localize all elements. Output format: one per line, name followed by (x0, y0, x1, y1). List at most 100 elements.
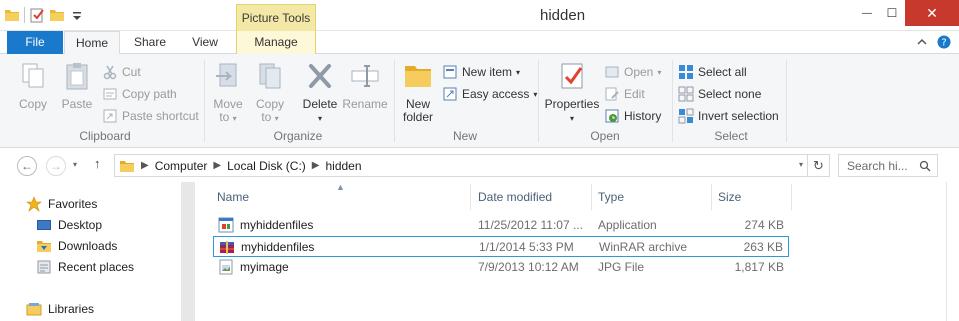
forward-button[interactable]: → (46, 156, 66, 176)
new-folder-icon[interactable] (49, 7, 65, 23)
ribbon-tabs: File Home Share View Manage ? (0, 31, 959, 55)
cut-button[interactable]: Cut (102, 62, 141, 82)
nav-favorites[interactable]: Favorites (26, 195, 97, 213)
organize-group: Move to ▾ Copy to ▾ Delete ▾ Rename Orga… (206, 58, 390, 146)
application-icon (218, 217, 234, 233)
column-divider[interactable] (591, 184, 592, 210)
forward-arrow-icon: → (50, 159, 62, 173)
group-divider (204, 60, 205, 142)
search-icon[interactable] (919, 160, 931, 172)
new-folder-icon (405, 66, 431, 87)
image-file-icon (219, 259, 233, 275)
breadcrumb-local-disk[interactable]: Local Disk (C:) (227, 159, 306, 173)
customize-toolbar-icon[interactable] (69, 7, 85, 23)
dropdown-arrow-icon: ▾ (274, 114, 279, 123)
breadcrumb-separator-icon: ▶ (213, 160, 222, 171)
svg-text:?: ? (941, 38, 946, 49)
window-title: hidden (540, 7, 586, 24)
breadcrumb-separator-icon: ▶ (311, 160, 320, 171)
tab-view[interactable]: View (182, 31, 228, 54)
new-group: New folder New item ▾ Easy access ▾ New (396, 58, 537, 146)
copy-path-label: Copy path (122, 87, 177, 101)
paste-button[interactable]: Paste (58, 60, 96, 111)
cut-label: Cut (122, 65, 141, 79)
minimize-ribbon-icon[interactable] (917, 37, 927, 47)
minimize-button[interactable]: — (855, 0, 879, 26)
maximize-button[interactable]: ☐ (880, 0, 904, 26)
select-group: Select all Select none Invert selection … (676, 58, 786, 146)
tab-file[interactable]: File (7, 31, 63, 54)
paste-label: Paste (61, 97, 93, 111)
copy-button[interactable]: Copy (14, 60, 52, 111)
nav-downloads[interactable]: Downloads (36, 237, 117, 255)
column-header-type[interactable]: Type (598, 186, 624, 208)
file-row[interactable]: myimage 7/9/2013 10:12 AM JPG File 1,817… (213, 257, 789, 278)
dropdown-arrow-icon: ▾ (516, 67, 521, 77)
paste-shortcut-button[interactable]: Paste shortcut (102, 106, 199, 126)
dropdown-arrow-icon: ▾ (657, 67, 662, 77)
up-arrow-icon[interactable]: ↑ (94, 156, 101, 171)
organize-group-label: Organize (273, 129, 323, 143)
column-divider[interactable] (791, 184, 792, 210)
folder-icon[interactable] (4, 7, 20, 23)
rename-button[interactable]: Rename (342, 60, 388, 111)
column-divider[interactable] (470, 184, 471, 210)
column-divider[interactable] (711, 184, 712, 210)
content-scrollbar[interactable] (946, 182, 959, 321)
delete-button[interactable]: Delete ▾ (298, 60, 342, 125)
search-input[interactable]: Search hi... (838, 154, 938, 177)
select-none-button[interactable]: Select none (678, 84, 761, 104)
title-bar: Picture Tools hidden — ☐ ✕ (0, 0, 959, 31)
new-folder-button[interactable]: New folder (398, 60, 438, 124)
nav-desktop[interactable]: Desktop (36, 216, 102, 234)
maximize-icon: ☐ (886, 6, 898, 20)
nav-recent-places-label: Recent places (58, 260, 135, 274)
navigation-pane-scrollbar[interactable] (181, 182, 195, 321)
close-button[interactable]: ✕ (905, 0, 959, 26)
column-header-date[interactable]: Date modified (478, 186, 552, 208)
copy-to-button[interactable]: Copy to ▾ (250, 60, 290, 125)
properties-label: Properties (544, 97, 600, 111)
back-button[interactable]: ← (17, 156, 37, 176)
tab-home[interactable]: Home (64, 31, 120, 55)
scissors-icon (103, 65, 117, 80)
easy-access-button[interactable]: Easy access ▾ (442, 84, 537, 104)
select-all-button[interactable]: Select all (678, 62, 747, 82)
downloads-icon (37, 241, 51, 252)
edit-button[interactable]: Edit (604, 84, 645, 104)
invert-selection-button[interactable]: Invert selection (678, 106, 779, 126)
group-divider (538, 60, 539, 142)
history-icon (605, 109, 619, 123)
picture-tools-label: Picture Tools (236, 4, 316, 31)
open-button[interactable]: Open ▾ (604, 62, 661, 82)
new-group-label: New (452, 129, 477, 143)
column-header-name[interactable]: Name (217, 186, 249, 208)
column-header-size[interactable]: Size (718, 186, 741, 208)
select-none-icon (678, 86, 694, 102)
history-button[interactable]: History (604, 106, 661, 126)
file-row-selected[interactable]: myhiddenfiles 1/1/2014 5:33 PM WinRAR ar… (213, 236, 789, 257)
refresh-icon[interactable]: ↻ (807, 155, 829, 176)
file-row[interactable]: myhiddenfiles 11/25/2012 11:07 ... Appli… (213, 215, 789, 236)
file-type: Application (598, 218, 657, 232)
nav-recent-places[interactable]: Recent places (36, 258, 134, 276)
breadcrumb-hidden[interactable]: hidden (325, 159, 361, 173)
properties-icon[interactable] (29, 7, 45, 23)
file-name: myimage (240, 260, 289, 274)
tab-manage[interactable]: Manage (236, 31, 316, 54)
move-to-button[interactable]: Move to ▾ (208, 60, 248, 125)
search-placeholder: Search hi... (847, 158, 908, 173)
address-dropdown-icon[interactable]: ▾ (799, 160, 803, 169)
nav-libraries[interactable]: Libraries (26, 300, 94, 318)
properties-button[interactable]: Properties ▾ (542, 60, 602, 125)
navigation-bar: ← → ▾ ↑ ▶ Computer ▶ Local Disk (C:) ▶ h… (0, 148, 959, 182)
recent-locations-icon[interactable]: ▾ (73, 160, 77, 169)
delete-label: Delete (302, 97, 338, 111)
new-item-button[interactable]: New item ▾ (442, 62, 520, 82)
breadcrumb-computer[interactable]: Computer (155, 159, 208, 173)
file-size: 263 KB (743, 240, 783, 254)
copy-path-button[interactable]: Copy path (102, 84, 177, 104)
address-bar[interactable]: ▶ Computer ▶ Local Disk (C:) ▶ hidden ▾ … (114, 154, 830, 177)
help-icon[interactable]: ? (937, 35, 951, 49)
tab-share[interactable]: Share (126, 31, 174, 54)
